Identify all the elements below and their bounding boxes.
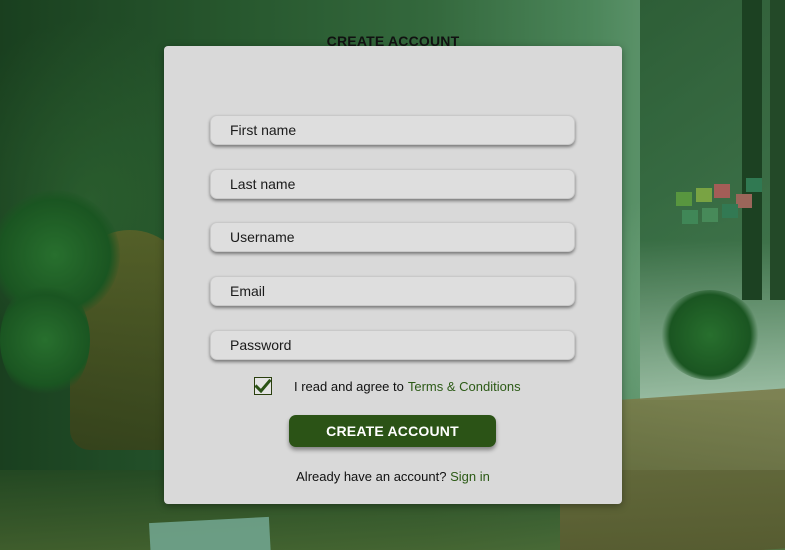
first-name-input[interactable] bbox=[210, 115, 575, 145]
username-input[interactable] bbox=[210, 222, 575, 252]
checkmark-icon bbox=[255, 379, 271, 393]
form-title: CREATE ACCOUNT bbox=[326, 33, 460, 49]
terms-text: I read and agree to bbox=[294, 378, 404, 394]
signup-card: CREATE ACCOUNT I read and agree to Terms… bbox=[164, 33, 622, 504]
email-input[interactable] bbox=[210, 276, 575, 306]
signin-link[interactable]: Sign in bbox=[450, 469, 490, 484]
signin-text: Already have an account? bbox=[296, 469, 447, 484]
create-account-button[interactable]: CREATE ACCOUNT bbox=[289, 415, 496, 447]
terms-checkbox[interactable] bbox=[254, 377, 272, 395]
signin-row: Already have an account? Sign in bbox=[164, 469, 622, 484]
last-name-input[interactable] bbox=[210, 169, 575, 199]
password-input[interactable] bbox=[210, 330, 575, 360]
terms-link[interactable]: Terms & Conditions bbox=[408, 379, 521, 394]
terms-row: I read and agree to Terms & Conditions bbox=[254, 375, 521, 397]
